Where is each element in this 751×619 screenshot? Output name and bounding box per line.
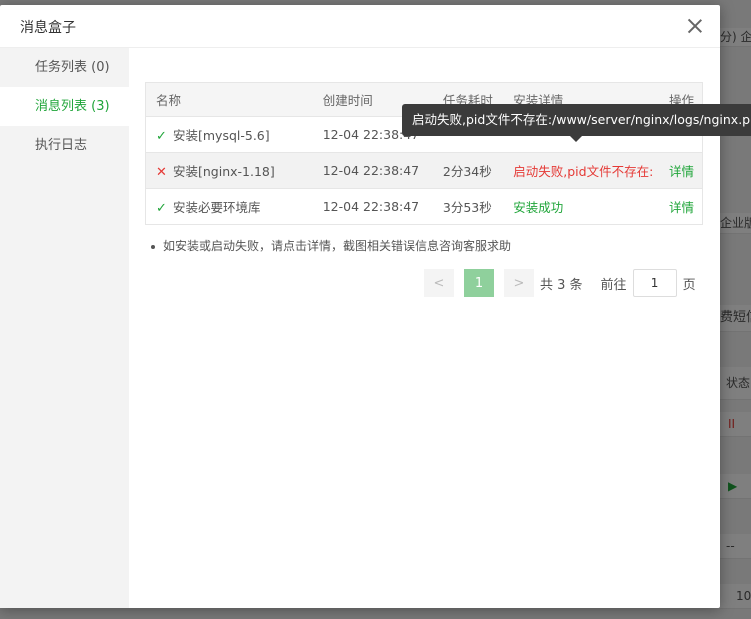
row-duration: 2分34秒 [442,164,492,179]
prev-page-button[interactable]: < [424,269,454,297]
error-tooltip: 启动失败,pid文件不存在:/www/server/nginx/logs/ngi… [402,104,751,142]
sidebar-item-message-list[interactable]: 消息列表 (3) [0,87,129,126]
detail-link[interactable]: 详情 [659,189,703,225]
goto-label: 前往 [600,277,627,293]
row-name: 安装必要环境库 [173,200,261,215]
close-icon[interactable] [684,15,706,37]
cross-icon: ✕ [156,165,167,180]
row-time: 12-04 22:38:47 [322,199,420,214]
help-note: 如安装或启动失败，请点击详情，截图相关错误信息咨询客服求助 [145,237,703,254]
page-label: 页 [682,277,696,293]
sidebar: 任务列表 (0) 消息列表 (3) 执行日志 [0,48,129,608]
row-name: 安装[nginx-1.18] [173,164,275,179]
check-icon: ✓ [156,129,167,144]
row-time: 12-04 22:38:47 [322,163,420,178]
pagination: < 1 > 共 3 条 前往 页 [424,268,696,298]
total-count: 共 3 条 [540,277,583,293]
bullet-icon [151,244,155,249]
row-detail: 安装成功 [513,200,564,215]
help-note-text: 如安装或启动失败，请点击详情，截图相关错误信息咨询客服求助 [163,239,512,253]
table-row: ✕ 安装[nginx-1.18] 12-04 22:38:47 2分34秒 启动失… [145,152,703,189]
next-page-button[interactable]: > [504,269,534,297]
page-number-current[interactable]: 1 [464,269,494,297]
detail-link[interactable]: 详情 [659,153,703,189]
table-row: ✓ 安装必要环境库 12-04 22:38:47 3分53秒 安装成功 详情 [145,188,703,225]
header-name: 名称 [156,93,182,108]
sidebar-item-execution-log[interactable]: 执行日志 [0,126,129,165]
row-name: 安装[mysql-5.6] [173,128,270,143]
sidebar-item-task-list[interactable]: 任务列表 (0) [0,48,129,87]
dialog-title: 消息盒子 [20,20,76,36]
row-detail[interactable]: 启动失败,pid文件不存在: [503,153,659,189]
message-box-dialog: 消息盒子 任务列表 (0) 消息列表 (3) 执行日志 名称 创建时间 任务耗时… [0,5,720,608]
row-duration: 3分53秒 [442,200,492,215]
goto-page-input[interactable] [632,269,677,297]
check-icon: ✓ [156,201,167,216]
dialog-header: 消息盒子 [0,5,720,48]
